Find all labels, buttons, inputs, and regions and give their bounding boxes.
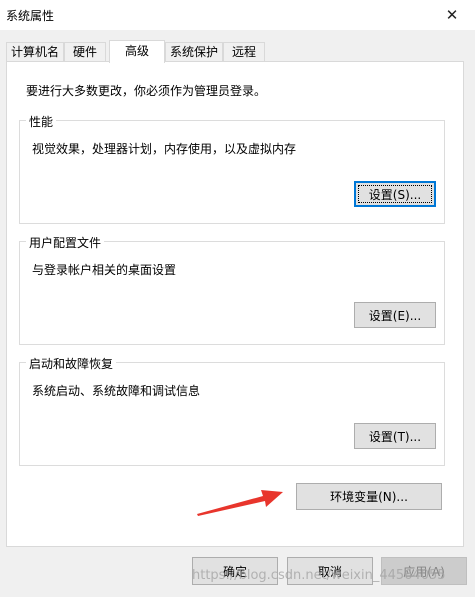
tab-advanced[interactable]: 高级 <box>109 40 165 63</box>
environment-variables-button[interactable]: 环境变量(N)... <box>296 483 442 510</box>
startup-recovery-group-title: 启动和故障恢复 <box>26 355 117 372</box>
user-profiles-settings-button[interactable]: 设置(E)... <box>354 302 436 328</box>
startup-recovery-settings-button[interactable]: 设置(T)... <box>354 423 436 449</box>
advanced-tab-panel: 要进行大多数更改，你必须作为管理员登录。 性能 视觉效果，处理器计划，内存使用，… <box>6 61 464 547</box>
window-title: 系统属性 <box>6 9 55 23</box>
performance-group-title: 性能 <box>26 113 57 130</box>
cancel-button[interactable]: 取消 <box>287 557 373 585</box>
tab-bar: 计算机名 硬件 高级 系统保护 远程 <box>6 40 466 63</box>
performance-description: 视觉效果，处理器计划，内存使用，以及虚拟内存 <box>32 142 297 156</box>
tab-system-protection[interactable]: 系统保护 <box>165 42 223 62</box>
user-profiles-description: 与登录帐户相关的桌面设置 <box>32 263 177 277</box>
performance-settings-button[interactable]: 设置(S)... <box>354 181 436 207</box>
tab-computer-name[interactable]: 计算机名 <box>6 42 64 62</box>
performance-group: 性能 视觉效果，处理器计划，内存使用，以及虚拟内存 设置(S)... <box>19 113 445 224</box>
tab-remote[interactable]: 远程 <box>223 42 265 62</box>
user-profiles-group-title: 用户配置文件 <box>26 234 105 251</box>
title-bar: 系统属性 ✕ <box>0 0 475 30</box>
close-icon[interactable]: ✕ <box>429 0 475 30</box>
arrow-shape <box>197 490 283 516</box>
red-arrow-annotation <box>197 490 283 516</box>
startup-recovery-description: 系统启动、系统故障和调试信息 <box>32 384 201 398</box>
startup-recovery-group: 启动和故障恢复 系统启动、系统故障和调试信息 设置(T)... <box>19 355 445 466</box>
apply-button: 应用(A) <box>381 557 467 585</box>
user-profiles-group: 用户配置文件 与登录帐户相关的桌面设置 设置(E)... <box>19 234 445 345</box>
tab-hardware[interactable]: 硬件 <box>64 42 106 62</box>
admin-notice: 要进行大多数更改，你必须作为管理员登录。 <box>26 84 267 98</box>
ok-button[interactable]: 确定 <box>192 557 278 585</box>
